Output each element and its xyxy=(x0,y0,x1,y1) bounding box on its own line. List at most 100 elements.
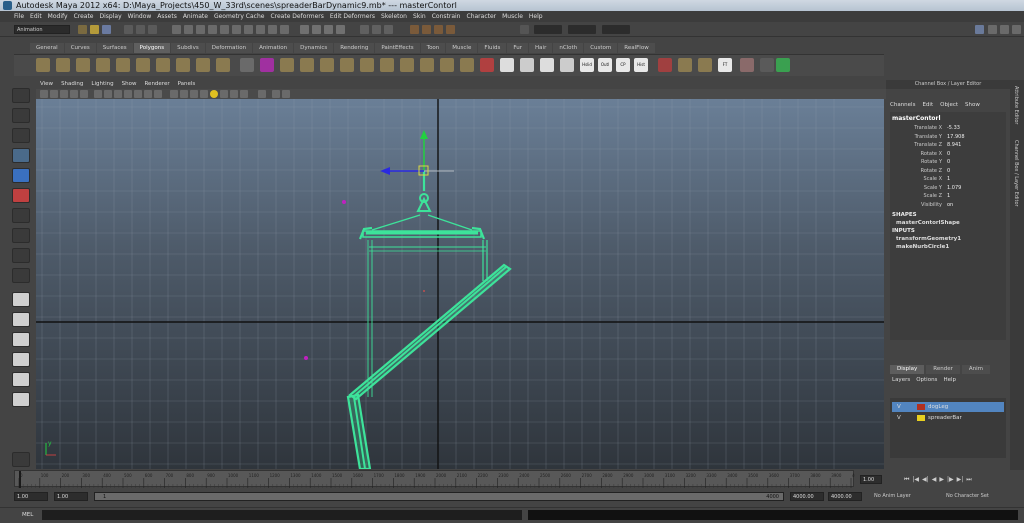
menu-layers[interactable]: Layers xyxy=(892,377,910,383)
universal-manipulator-icon[interactable] xyxy=(12,208,30,223)
time-slider[interactable]: 0 100 200 300 400 500 600 700 800 900 1000 1100 1200… xyxy=(14,470,863,488)
menu-assets[interactable]: Assets xyxy=(157,11,177,22)
insert-edge-loop-icon[interactable] xyxy=(480,58,494,72)
input-node[interactable]: makeNurbCircle1 xyxy=(896,244,949,250)
channel-row[interactable]: Rotate Y 0 xyxy=(890,158,1006,166)
panel-menu-panels[interactable]: Panels xyxy=(178,80,196,89)
xray-icon[interactable] xyxy=(240,90,248,98)
range-start-handle[interactable]: 1 xyxy=(103,494,106,500)
panel-menu-renderer[interactable]: Renderer xyxy=(144,80,169,89)
menu-set-select[interactable]: Animation xyxy=(14,25,70,34)
menu-edit[interactable]: Edit xyxy=(30,11,42,22)
panel-menu-shading[interactable]: Shading xyxy=(61,80,83,89)
range-slider[interactable]: 1 4000 xyxy=(94,492,784,501)
mirror-icon[interactable] xyxy=(360,58,374,72)
perspective-viewport[interactable]: y xyxy=(36,99,884,469)
toggle-modeling-toolkit-icon[interactable] xyxy=(975,25,984,34)
menu-constrain[interactable]: Constrain xyxy=(432,11,461,22)
input-line-icon[interactable] xyxy=(520,25,529,34)
grid-icon[interactable] xyxy=(94,90,102,98)
channel-row[interactable]: Scale Z 1 xyxy=(890,192,1006,200)
poly-prism-icon[interactable] xyxy=(156,58,170,72)
snap-point-icon[interactable] xyxy=(324,25,333,34)
shape-node[interactable]: masterContorlShape xyxy=(896,220,960,226)
poly-plane-icon[interactable] xyxy=(116,58,130,72)
toggle-tool-settings-icon[interactable] xyxy=(1000,25,1009,34)
toggle-channel-box-icon[interactable] xyxy=(1012,25,1021,34)
shadows-icon[interactable] xyxy=(220,90,228,98)
menu-help[interactable]: Help xyxy=(529,11,543,22)
menu-skeleton[interactable]: Skeleton xyxy=(381,11,407,22)
hypershade-icon[interactable] xyxy=(446,25,455,34)
hypershade-layout-icon[interactable] xyxy=(12,372,30,387)
step-forward-key-icon[interactable]: ▶| xyxy=(957,476,964,484)
current-frame-field[interactable]: 1.00 xyxy=(860,475,882,484)
layer-visibility-toggle[interactable]: V xyxy=(897,413,901,423)
poly-cylinder-icon[interactable] xyxy=(76,58,90,72)
play-forward-icon[interactable]: ▶ xyxy=(939,476,944,484)
last-tool-icon[interactable] xyxy=(12,268,30,283)
shelf-tab-deformation[interactable]: Deformation xyxy=(205,43,253,53)
poly-cone-icon[interactable] xyxy=(96,58,110,72)
script-icon[interactable] xyxy=(740,58,754,72)
poly-pipe-icon[interactable] xyxy=(196,58,210,72)
panel-menu-view[interactable]: View xyxy=(40,80,53,89)
shelf-tab-animation[interactable]: Animation xyxy=(253,43,294,53)
channel-row[interactable]: Rotate Z 0 xyxy=(890,167,1006,175)
channel-value[interactable]: on xyxy=(946,201,1006,209)
wireframe-on-shaded-icon[interactable] xyxy=(190,90,198,98)
menu-channels[interactable]: Channels xyxy=(890,102,915,108)
shelf-tab-hair[interactable]: Hair xyxy=(529,43,553,53)
playback-start-field[interactable]: 1.00 xyxy=(54,492,88,501)
menu-skin[interactable]: Skin xyxy=(413,11,426,22)
shelf-tab-toon[interactable]: Toon xyxy=(420,43,446,53)
outl-shelf-button[interactable]: Outl xyxy=(598,58,612,72)
ipr-render-icon[interactable] xyxy=(422,25,431,34)
shelf-tab-rendering[interactable]: Rendering xyxy=(334,43,375,53)
shelf-tab-realflow[interactable]: RealFlow xyxy=(618,43,655,53)
mask-icon[interactable] xyxy=(172,25,181,34)
resolution-gate-icon[interactable] xyxy=(114,90,122,98)
numeric-input-field[interactable] xyxy=(534,25,562,34)
panel-menu-show[interactable]: Show xyxy=(122,80,137,89)
channel-value[interactable]: 0 xyxy=(946,150,1006,158)
show-manipulator-icon[interactable] xyxy=(12,248,30,263)
persp-outliner-layout-icon[interactable] xyxy=(12,332,30,347)
checker-icon[interactable] xyxy=(520,58,534,72)
textured-icon[interactable] xyxy=(200,90,208,98)
step-forward-frame-icon[interactable]: |▶ xyxy=(947,476,954,484)
smooth-icon[interactable] xyxy=(320,58,334,72)
channel-value[interactable]: 17.908 xyxy=(946,133,1006,141)
separate-icon[interactable] xyxy=(260,58,274,72)
character-set-select[interactable]: No Character Set xyxy=(946,493,989,499)
menu-animate[interactable]: Animate xyxy=(183,11,208,22)
channel-value[interactable]: 1 xyxy=(946,175,1006,183)
four-view-layout-icon[interactable] xyxy=(12,312,30,327)
tab-render[interactable]: Render xyxy=(926,365,960,374)
tool-settings-icon[interactable] xyxy=(12,452,30,467)
high-quality-icon[interactable] xyxy=(258,90,266,98)
renderer-icon[interactable] xyxy=(282,90,290,98)
use-all-lights-icon[interactable] xyxy=(210,90,218,98)
step-back-key-icon[interactable]: |◀ xyxy=(912,476,919,484)
range-end-handle[interactable]: 4000 xyxy=(766,493,779,501)
channel-row[interactable]: Visibility on xyxy=(890,201,1006,209)
channel-row[interactable]: Translate Y 17.908 xyxy=(890,133,1006,141)
booleans-icon[interactable] xyxy=(300,58,314,72)
tab-channel-box-layer-editor[interactable]: Channel Box / Layer Editor xyxy=(1013,140,1019,207)
end-time-field[interactable]: 4000.00 xyxy=(828,492,862,501)
snap-grid-icon[interactable] xyxy=(300,25,309,34)
append-icon[interactable] xyxy=(440,58,454,72)
object-name[interactable]: masterContorl xyxy=(892,115,941,122)
mask-icon[interactable] xyxy=(232,25,241,34)
playback-end-field[interactable]: 4000.00 xyxy=(790,492,824,501)
numeric-input-field[interactable] xyxy=(602,25,630,34)
soft-mod-tool-icon[interactable] xyxy=(12,228,30,243)
tab-display[interactable]: Display xyxy=(890,365,925,374)
channel-value[interactable]: -5.33 xyxy=(946,124,1006,132)
paint-select-tool-icon[interactable] xyxy=(12,128,30,143)
history-icon[interactable] xyxy=(384,25,393,34)
cp-shelf-button[interactable]: CP xyxy=(616,58,630,72)
mask-icon[interactable] xyxy=(244,25,253,34)
rope-icon[interactable] xyxy=(678,58,692,72)
